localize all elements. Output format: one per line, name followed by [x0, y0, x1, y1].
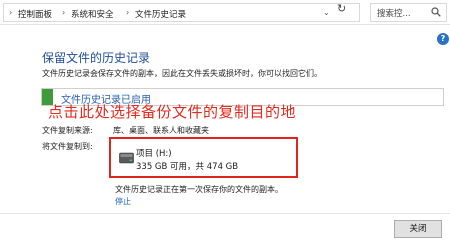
chevron-down-icon[interactable]: ⌄	[323, 8, 330, 17]
chevron-right-icon: ›	[62, 8, 66, 17]
breadcrumb-system-security[interactable]: 系统和安全	[71, 8, 114, 20]
breadcrumb-file-history[interactable]: 文件历史记录	[135, 8, 186, 20]
copy-to-label: 将文件复制到:	[42, 142, 93, 151]
search-placeholder: 搜索控...	[377, 9, 411, 19]
search-icon[interactable]	[431, 7, 441, 17]
chevron-right-icon: ›	[126, 8, 130, 17]
drive-space: 335 GB 可用，共 474 GB	[136, 162, 239, 172]
refresh-icon[interactable]: ↻	[337, 2, 346, 15]
backup-status-note: 文件历史记录正在第一次保存你的文件的副本。	[115, 185, 283, 194]
page-title: 保留文件的历史记录	[42, 51, 151, 65]
stop-link[interactable]: 停止	[115, 196, 131, 207]
close-button[interactable]: 关闭	[394, 220, 442, 238]
breadcrumb-control-panel[interactable]: 控制面板	[18, 8, 52, 20]
chevron-right-icon: ›	[9, 8, 13, 17]
drive-select[interactable]: 项目 (H:) 335 GB 可用，共 474 GB	[109, 137, 298, 178]
divider	[0, 213, 450, 214]
help-icon[interactable]: ?	[437, 33, 449, 45]
copy-from-label: 文件复制来源:	[42, 126, 93, 135]
annotation-text: 点击此处选择备份文件的复制目的地	[48, 103, 297, 121]
search-input[interactable]: 搜索控...	[370, 3, 447, 22]
drive-name: 项目 (H:)	[136, 149, 172, 159]
copy-from-value: 库、桌面、联系人和收藏夹	[113, 126, 209, 135]
page-description: 文件历史记录会保存文件的副本，因此在文件丢失或损坏时，你可以找回它们。	[42, 69, 322, 78]
address-bar: › 控制面板 › 系统和安全 › 文件历史记录 ⌄ ↻ 搜索控...	[0, 0, 450, 25]
breadcrumb[interactable]: › 控制面板 › 系统和安全 › 文件历史记录 ⌄	[3, 3, 360, 22]
